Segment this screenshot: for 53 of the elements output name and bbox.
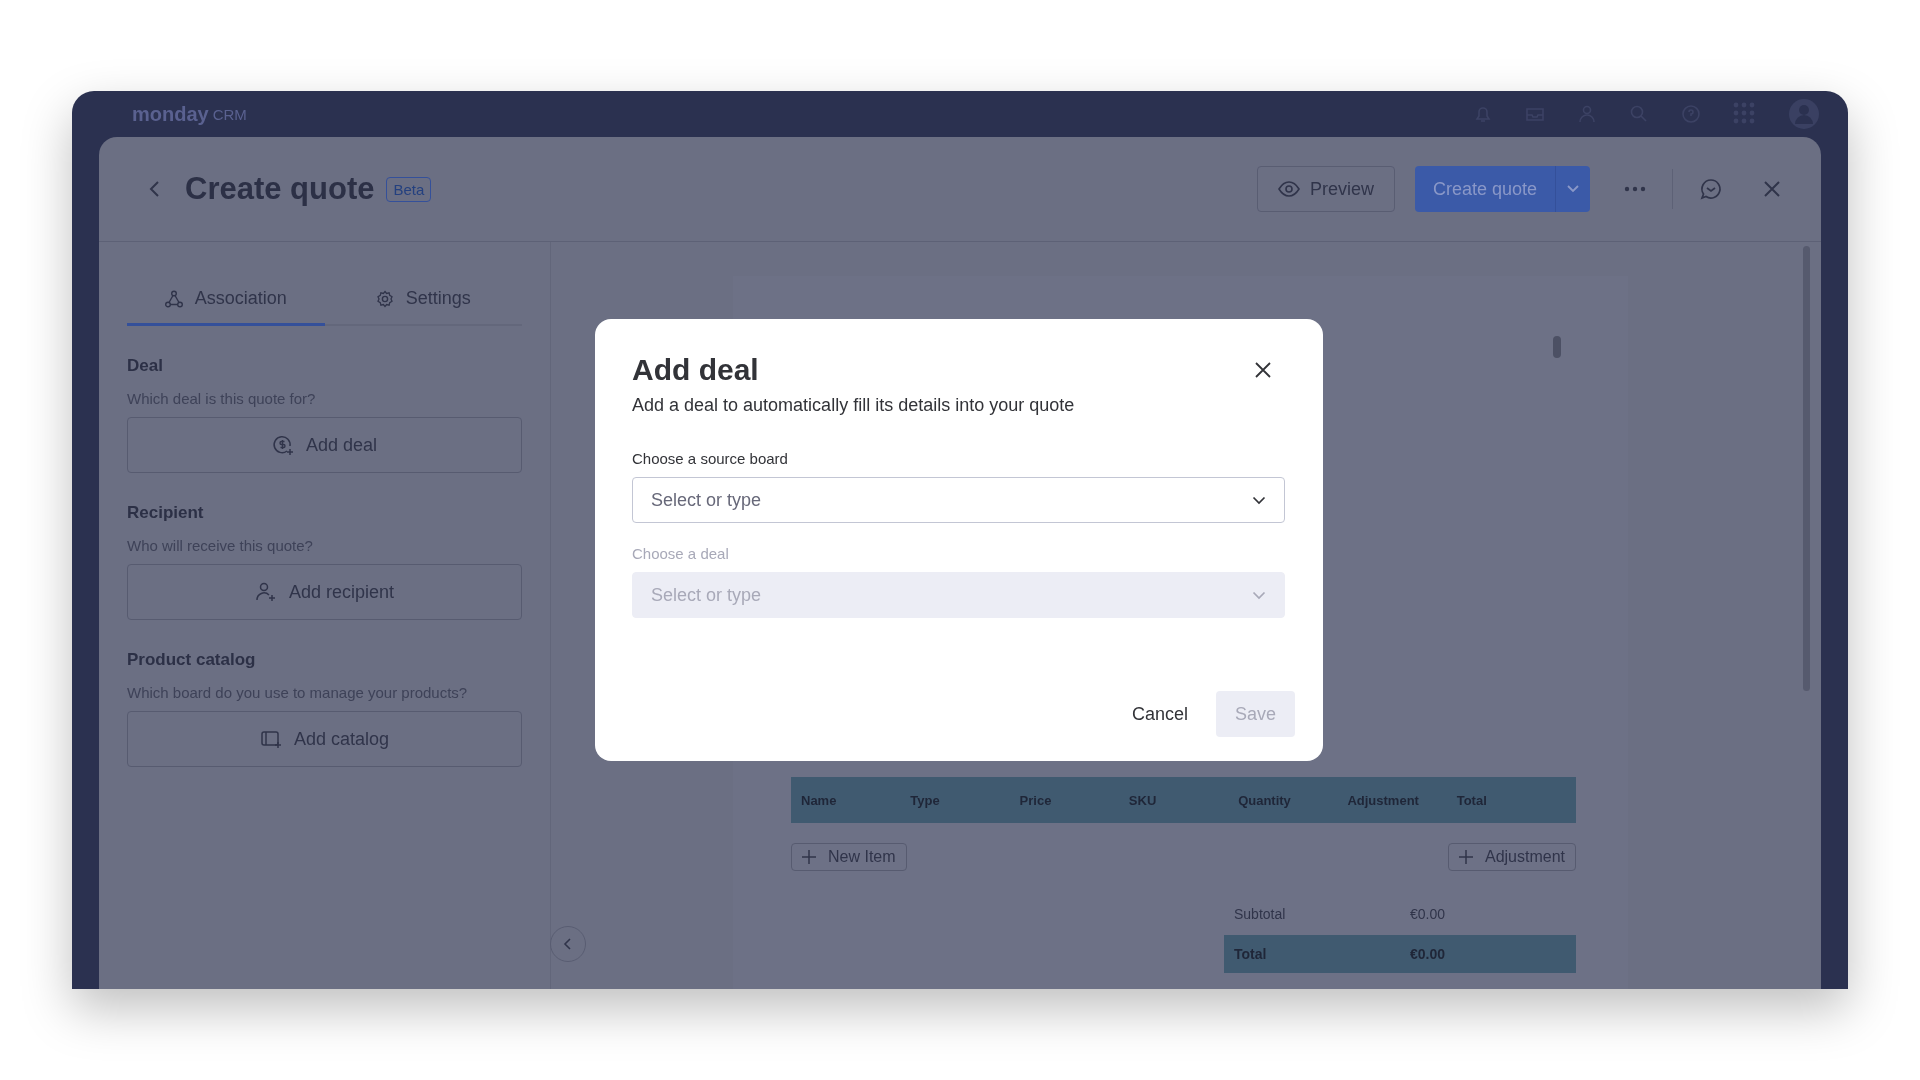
dollar-plus-icon xyxy=(271,434,294,456)
plus-icon xyxy=(802,850,816,864)
page-title: Create quote xyxy=(185,171,375,207)
new-item-button[interactable]: New Item xyxy=(791,843,907,871)
section-title: Recipient xyxy=(127,503,205,523)
total-value: €0.00 xyxy=(1410,946,1447,962)
close-icon[interactable] xyxy=(1255,362,1271,378)
subtotal-value: €0.00 xyxy=(1410,906,1447,922)
person-plus-icon xyxy=(254,581,277,603)
select-placeholder: Select or type xyxy=(651,584,762,606)
add-button[interactable]: Add recipient xyxy=(127,564,522,620)
plus-icon xyxy=(1458,850,1473,864)
chevron-left-icon xyxy=(563,938,573,950)
adjustment-button[interactable]: Adjustment xyxy=(1447,843,1576,871)
cancel-button[interactable]: Cancel xyxy=(1115,691,1204,737)
select-placeholder: Select or type xyxy=(651,489,762,511)
column-header: Name xyxy=(801,792,838,808)
product-name: CRM xyxy=(212,105,247,123)
total-label: Total xyxy=(1234,946,1268,962)
preview-button[interactable]: Preview xyxy=(1256,166,1395,212)
field-label: Choose a source board xyxy=(632,450,789,467)
column-header: Adjustment xyxy=(1347,792,1420,808)
collapse-button[interactable] xyxy=(550,926,586,962)
dialog-title: Add deal xyxy=(632,353,759,387)
caret-icon xyxy=(1566,184,1580,194)
gear-icon xyxy=(375,289,394,308)
chevron-down-icon xyxy=(1252,590,1266,600)
dialog-subtitle: Add a deal to automatically fill its details into your quote xyxy=(632,395,1076,416)
more-icon[interactable] xyxy=(1624,186,1646,192)
field-label: Choose a deal xyxy=(632,545,730,562)
section-title: Deal xyxy=(127,356,164,376)
subtotal-label: Subtotal xyxy=(1234,906,1287,922)
add-button[interactable]: Add deal xyxy=(127,417,522,473)
app-logo: monday xyxy=(132,102,209,126)
chevron-down-icon xyxy=(1252,495,1266,505)
scroll-handle[interactable] xyxy=(1553,336,1561,358)
chat-icon[interactable] xyxy=(1699,177,1723,201)
column-header: Type xyxy=(910,792,941,808)
dropdown-button[interactable] xyxy=(1556,166,1590,212)
board-plus-icon xyxy=(259,728,282,750)
column-header: Price xyxy=(1019,792,1053,808)
select-field[interactable]: Select or type xyxy=(632,477,1285,523)
tab[interactable]: Settings xyxy=(324,274,522,326)
add-button[interactable]: Add catalog xyxy=(127,711,522,767)
eye-icon xyxy=(1277,181,1300,197)
tab[interactable]: Association xyxy=(127,274,325,326)
column-header: Total xyxy=(1456,792,1488,808)
column-header: SKU xyxy=(1128,792,1158,808)
beta-badge: Beta xyxy=(386,176,432,202)
create-quote-button[interactable]: Create quote xyxy=(1414,166,1556,212)
network-icon xyxy=(164,289,183,308)
section-title: Product catalog xyxy=(127,650,257,670)
column-header: Quantity xyxy=(1238,792,1292,808)
